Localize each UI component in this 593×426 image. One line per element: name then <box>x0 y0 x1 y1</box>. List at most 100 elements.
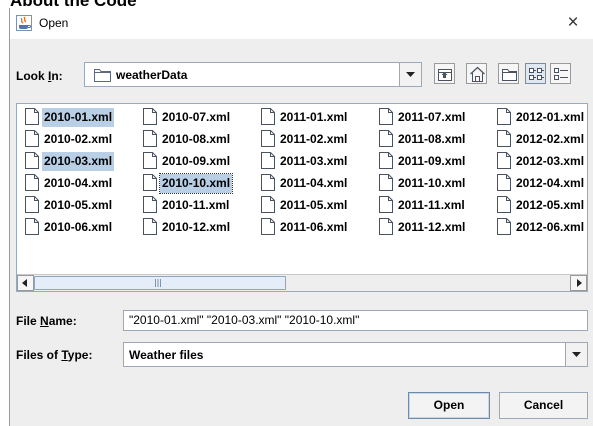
file-item[interactable]: 2010-03.xml <box>23 151 140 172</box>
file-item[interactable]: 2011-07.xml <box>377 107 494 128</box>
file-item[interactable]: 2012-04.xml <box>495 173 587 194</box>
home-button[interactable] <box>466 63 487 84</box>
file-item[interactable]: 2012-02.xml <box>495 129 587 150</box>
file-item[interactable]: 2011-03.xml <box>259 151 376 172</box>
file-name: 2011-07.xml <box>398 110 466 124</box>
file-name: 2011-05.xml <box>280 198 348 212</box>
list-view-button[interactable] <box>525 63 546 84</box>
file-name: 2012-03.xml <box>516 154 585 168</box>
file-name: 2010-04.xml <box>44 176 113 190</box>
file-name: 2011-06.xml <box>280 220 348 234</box>
file-name: 2011-12.xml <box>398 220 466 234</box>
scrollbar-thumb[interactable] <box>34 276 286 290</box>
file-item[interactable]: 2010-07.xml <box>141 107 258 128</box>
scroll-left-button[interactable] <box>17 275 34 291</box>
file-item[interactable]: 2012-03.xml <box>495 151 587 175</box>
file-name: 2012-01.xml <box>516 110 585 124</box>
file-item[interactable]: 2011-12.xml <box>377 217 494 238</box>
file-name-label: File Name: <box>16 314 77 328</box>
file-item[interactable]: 2010-04.xml <box>23 173 140 194</box>
file-icon <box>379 174 393 197</box>
file-name: 2010-09.xml <box>162 154 231 168</box>
file-item[interactable]: 2010-10.xml <box>141 173 258 194</box>
file-item[interactable]: 2010-08.xml <box>141 129 258 150</box>
file-item[interactable]: 2010-09.xml <box>141 151 258 172</box>
file-icon <box>497 196 511 219</box>
open-button[interactable]: Open <box>408 392 490 419</box>
file-item[interactable]: 2010-02.xml <box>23 129 140 150</box>
file-item[interactable]: 2012-01.xml <box>495 107 587 131</box>
file-name: 2011-08.xml <box>398 132 466 146</box>
details-view-icon <box>554 68 568 80</box>
file-item[interactable]: 2011-06.xml <box>259 217 376 238</box>
files-of-type-combobox[interactable]: Weather files <box>123 342 588 367</box>
close-button[interactable]: × <box>553 8 593 39</box>
dialog-title: Open <box>39 16 69 30</box>
file-name: 2010-05.xml <box>44 198 113 212</box>
file-name: 2010-12.xml <box>162 220 231 234</box>
file-item[interactable]: 2011-09.xml <box>377 151 494 172</box>
file-list-panel[interactable]: 2010-01.xml 2010-02.xml 2010-03.xml 2010-04… <box>16 103 588 292</box>
file-name: 2010-02.xml <box>44 132 113 146</box>
file-name: 2012-04.xml <box>516 176 585 190</box>
file-icon <box>261 218 275 241</box>
file-icon <box>379 218 393 241</box>
file-name: 2011-01.xml <box>280 110 348 124</box>
new-folder-button[interactable] <box>498 63 519 84</box>
file-item[interactable]: 2011-08.xml <box>377 129 494 150</box>
file-item[interactable]: 2011-10.xml <box>377 173 494 194</box>
file-item[interactable]: 2010-01.xml <box>23 107 140 128</box>
file-name: 2011-09.xml <box>398 154 466 168</box>
home-icon <box>470 66 485 82</box>
look-in-combobox[interactable]: weatherData <box>84 62 422 87</box>
file-icon <box>143 174 157 197</box>
file-icon <box>261 108 275 131</box>
file-name: 2012-02.xml <box>516 132 585 146</box>
file-item[interactable]: 2010-11.xml <box>141 195 258 216</box>
file-item[interactable]: 2010-06.xml <box>23 217 140 238</box>
file-name-field[interactable]: "2010-01.xml" "2010-03.xml" "2010-10.xml… <box>123 310 588 331</box>
file-name: 2011-02.xml <box>280 132 348 146</box>
file-item[interactable]: 2010-05.xml <box>23 195 140 216</box>
files-of-type-value: Weather files <box>129 348 204 362</box>
file-icon <box>497 108 511 131</box>
file-icon <box>379 196 393 219</box>
file-name: 2011-03.xml <box>280 154 348 168</box>
file-name: 2010-08.xml <box>162 132 231 146</box>
files-of-type-dropdown-arrow[interactable] <box>565 343 587 366</box>
grip-icon <box>155 279 161 287</box>
file-icon <box>497 218 511 241</box>
up-one-level-button[interactable] <box>434 63 455 84</box>
details-view-button[interactable] <box>550 63 571 84</box>
file-icon <box>25 130 39 153</box>
file-item[interactable]: 2011-05.xml <box>259 195 376 216</box>
file-item[interactable]: 2010-12.xml <box>141 217 258 238</box>
scroll-right-button[interactable] <box>570 275 587 291</box>
arrow-left-icon <box>22 279 27 287</box>
file-icon <box>143 218 157 241</box>
file-icon <box>379 108 393 131</box>
look-in-dropdown-arrow[interactable] <box>399 63 421 86</box>
new-folder-icon <box>502 69 517 81</box>
file-name: 2011-10.xml <box>398 176 466 190</box>
java-app-icon <box>16 15 32 31</box>
file-item[interactable]: 2011-02.xml <box>259 129 376 150</box>
file-name: 2012-05.xml <box>516 198 585 212</box>
cancel-button[interactable]: Cancel <box>499 392 588 419</box>
horizontal-scrollbar[interactable] <box>17 274 587 291</box>
file-item[interactable]: 2011-01.xml <box>259 107 376 128</box>
file-item[interactable]: 2011-04.xml <box>259 173 376 194</box>
look-in-label: Look In: <box>16 69 63 83</box>
file-item[interactable]: 2012-05.xml <box>495 195 587 219</box>
file-icon <box>25 196 39 219</box>
file-name: 2010-11.xml <box>162 198 230 212</box>
file-icon <box>25 174 39 197</box>
file-name: 2010-03.xml <box>42 152 115 171</box>
file-name: 2011-04.xml <box>280 176 348 190</box>
file-icon <box>143 130 157 153</box>
file-item[interactable]: 2012-06.xml <box>495 217 587 241</box>
file-item[interactable]: 2011-11.xml <box>377 195 494 216</box>
arrow-right-icon <box>577 279 582 287</box>
file-name: 2010-01.xml <box>42 108 115 127</box>
file-icon <box>497 152 511 175</box>
